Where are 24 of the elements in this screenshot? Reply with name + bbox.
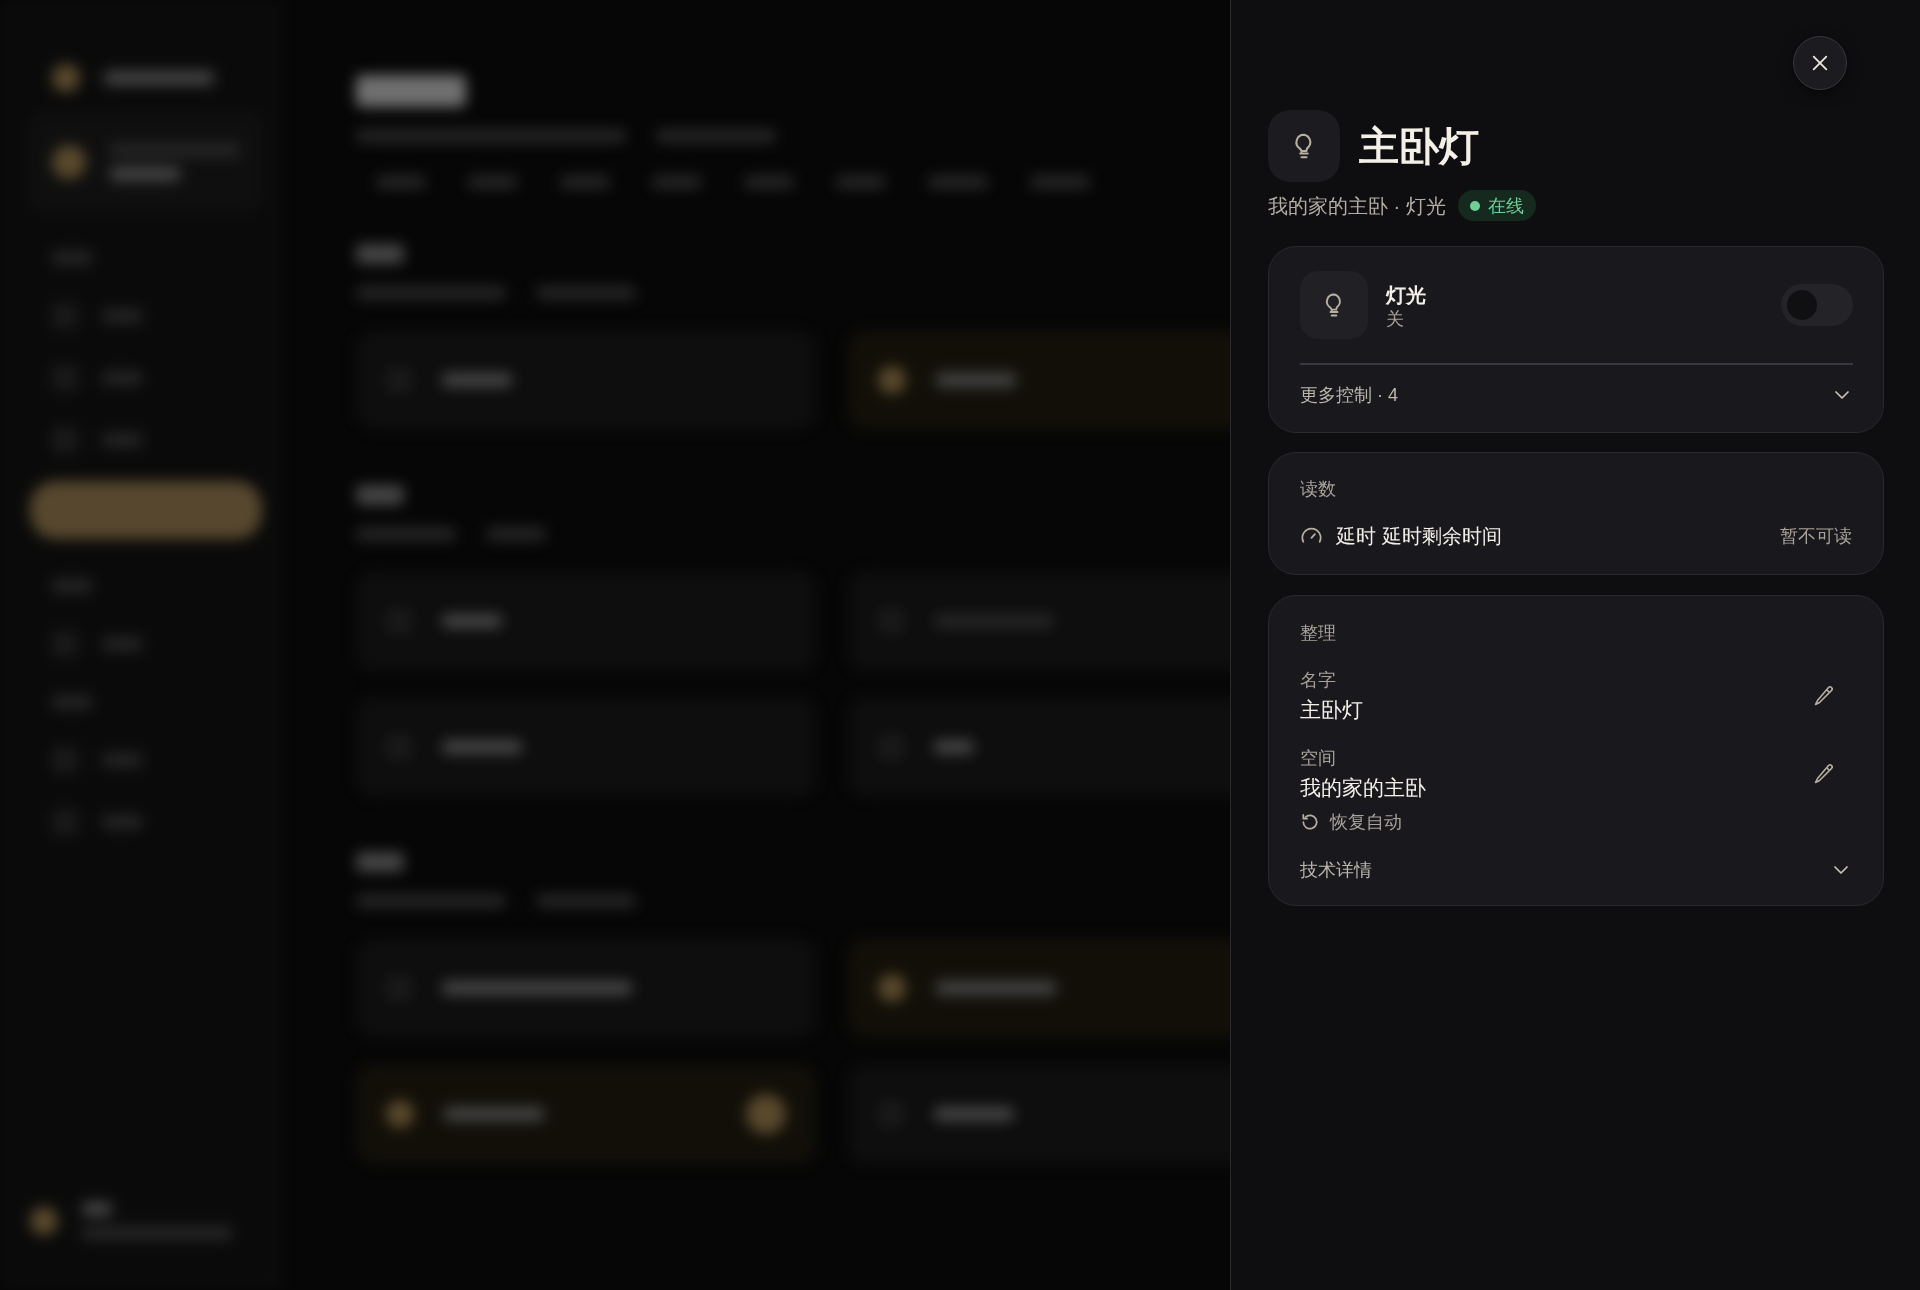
tech-details-button[interactable]: 技术详情 (1300, 858, 1852, 882)
status-dot-icon (1469, 200, 1480, 211)
pencil-icon[interactable] (1812, 762, 1836, 786)
reading-label: 延时 延时剩余时间 (1336, 524, 1503, 549)
section-title: 整理 (1300, 622, 1337, 645)
close-icon (1811, 54, 1829, 72)
status-text: 在线 (1487, 194, 1524, 217)
device-title: 主卧灯 (1359, 123, 1479, 170)
control-state: 关 (1386, 308, 1405, 331)
reset-link[interactable]: 恢复自动 (1300, 810, 1402, 834)
section-title: 读数 (1300, 478, 1337, 501)
pencil-icon[interactable] (1812, 684, 1836, 708)
reading-value: 暂不可读 (1780, 525, 1852, 548)
more-controls-button[interactable]: 更多控制 · 4 (1300, 383, 1853, 407)
field-value: 我的家的主卧 (1300, 775, 1426, 801)
location-text: 我的家的主卧 · 灯光 (1268, 193, 1446, 219)
lightbulb-icon (1300, 271, 1368, 339)
field-value: 主卧灯 (1300, 697, 1363, 723)
reset-icon (1300, 812, 1320, 832)
control-title: 灯光 (1386, 283, 1427, 307)
lightbulb-icon (1268, 110, 1340, 182)
close-button[interactable] (1793, 36, 1847, 90)
field-label: 名字 (1300, 669, 1337, 692)
field-label: 空间 (1300, 747, 1337, 770)
